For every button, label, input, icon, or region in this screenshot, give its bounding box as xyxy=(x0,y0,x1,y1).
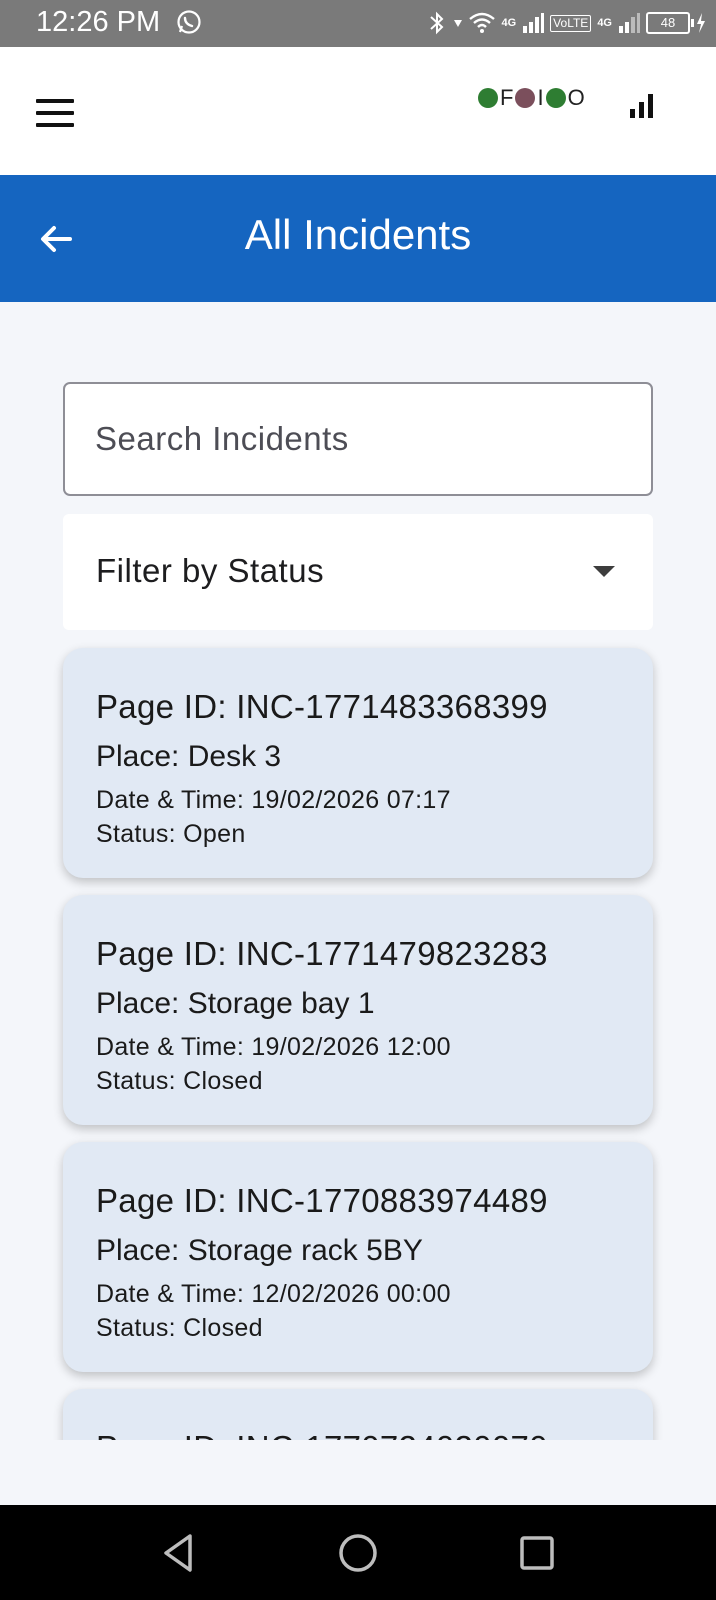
incident-card[interactable]: Page ID: INC-1771479823283 Place: Storag… xyxy=(63,895,653,1125)
indicator-label: O xyxy=(567,85,585,110)
signal-icon-2 xyxy=(619,13,640,33)
indicator-label: F xyxy=(500,85,514,110)
incident-card[interactable]: Page ID: INC-1770724020070 xyxy=(63,1389,653,1440)
whatsapp-icon xyxy=(177,10,201,34)
incident-datetime: Date & Time: 12/02/2026 00:00 xyxy=(96,1280,451,1308)
status-dot-icon xyxy=(545,88,566,108)
status-time: 12:26 PM xyxy=(36,6,161,38)
filter-label: Filter by Status xyxy=(96,552,325,589)
network-type-label: 4G xyxy=(501,17,517,29)
sync-indicators: FIO xyxy=(478,85,587,111)
status-dot-icon xyxy=(515,88,536,108)
incident-place: Place: Storage bay 1 xyxy=(96,987,375,1020)
home-circle-icon[interactable] xyxy=(335,1530,381,1576)
arrow-down-icon xyxy=(454,20,463,27)
incident-card[interactable]: Page ID: INC-1770883974489 Place: Storag… xyxy=(63,1142,653,1372)
network-type-label-2: 4G xyxy=(597,17,612,29)
incident-status: Status: Open xyxy=(96,820,246,848)
status-icons: 4G VoLTE 4G 48 xyxy=(427,8,706,38)
search-input[interactable] xyxy=(65,384,651,494)
incident-datetime: Date & Time: 19/02/2026 12:00 xyxy=(96,1033,451,1061)
filter-by-status-dropdown[interactable]: Filter by Status xyxy=(63,514,653,630)
incident-page-id: Page ID: INC-1771483368399 xyxy=(96,688,548,725)
incident-card[interactable]: Page ID: INC-1771483368399 Place: Desk 3… xyxy=(63,648,653,878)
battery-icon: 48 xyxy=(646,12,694,34)
app-header: FIO xyxy=(0,47,716,175)
signal-icon xyxy=(523,13,545,33)
page-title: All Incidents xyxy=(244,211,472,258)
back-triangle-icon[interactable] xyxy=(156,1530,202,1576)
incident-page-id: Page ID: INC-1770724020070 xyxy=(96,1429,548,1440)
dropdown-arrow-icon xyxy=(593,566,615,577)
incident-datetime: Date & Time: 19/02/2026 07:17 xyxy=(96,786,451,814)
bar-chart-icon[interactable] xyxy=(628,93,656,119)
incident-status: Status: Closed xyxy=(96,1314,263,1342)
wifi-icon xyxy=(469,12,496,33)
bluetooth-icon xyxy=(430,11,444,35)
title-bar: All Incidents xyxy=(0,175,716,302)
incident-place: Place: Desk 3 xyxy=(96,740,282,773)
status-bar: 12:26 PM 4G VoLTE 4G 48 xyxy=(0,0,716,47)
incident-page-id: Page ID: INC-1771479823283 xyxy=(96,935,548,972)
volte-badge: VoLTE xyxy=(550,14,592,32)
incident-place: Place: Storage rack 5BY xyxy=(96,1234,423,1267)
incident-status: Status: Closed xyxy=(96,1067,263,1095)
incident-list[interactable]: Page ID: INC-1771483368399 Place: Desk 3… xyxy=(0,640,716,1440)
indicator-label: I xyxy=(537,85,544,110)
recents-square-icon[interactable] xyxy=(514,1530,560,1576)
charging-bolt-icon xyxy=(697,13,705,33)
hamburger-menu-icon[interactable] xyxy=(36,99,74,127)
system-nav-bar xyxy=(0,1505,716,1600)
incident-page-id: Page ID: INC-1770883974489 xyxy=(96,1182,548,1219)
status-dot-icon xyxy=(478,88,498,108)
search-incidents-field[interactable] xyxy=(63,382,653,496)
